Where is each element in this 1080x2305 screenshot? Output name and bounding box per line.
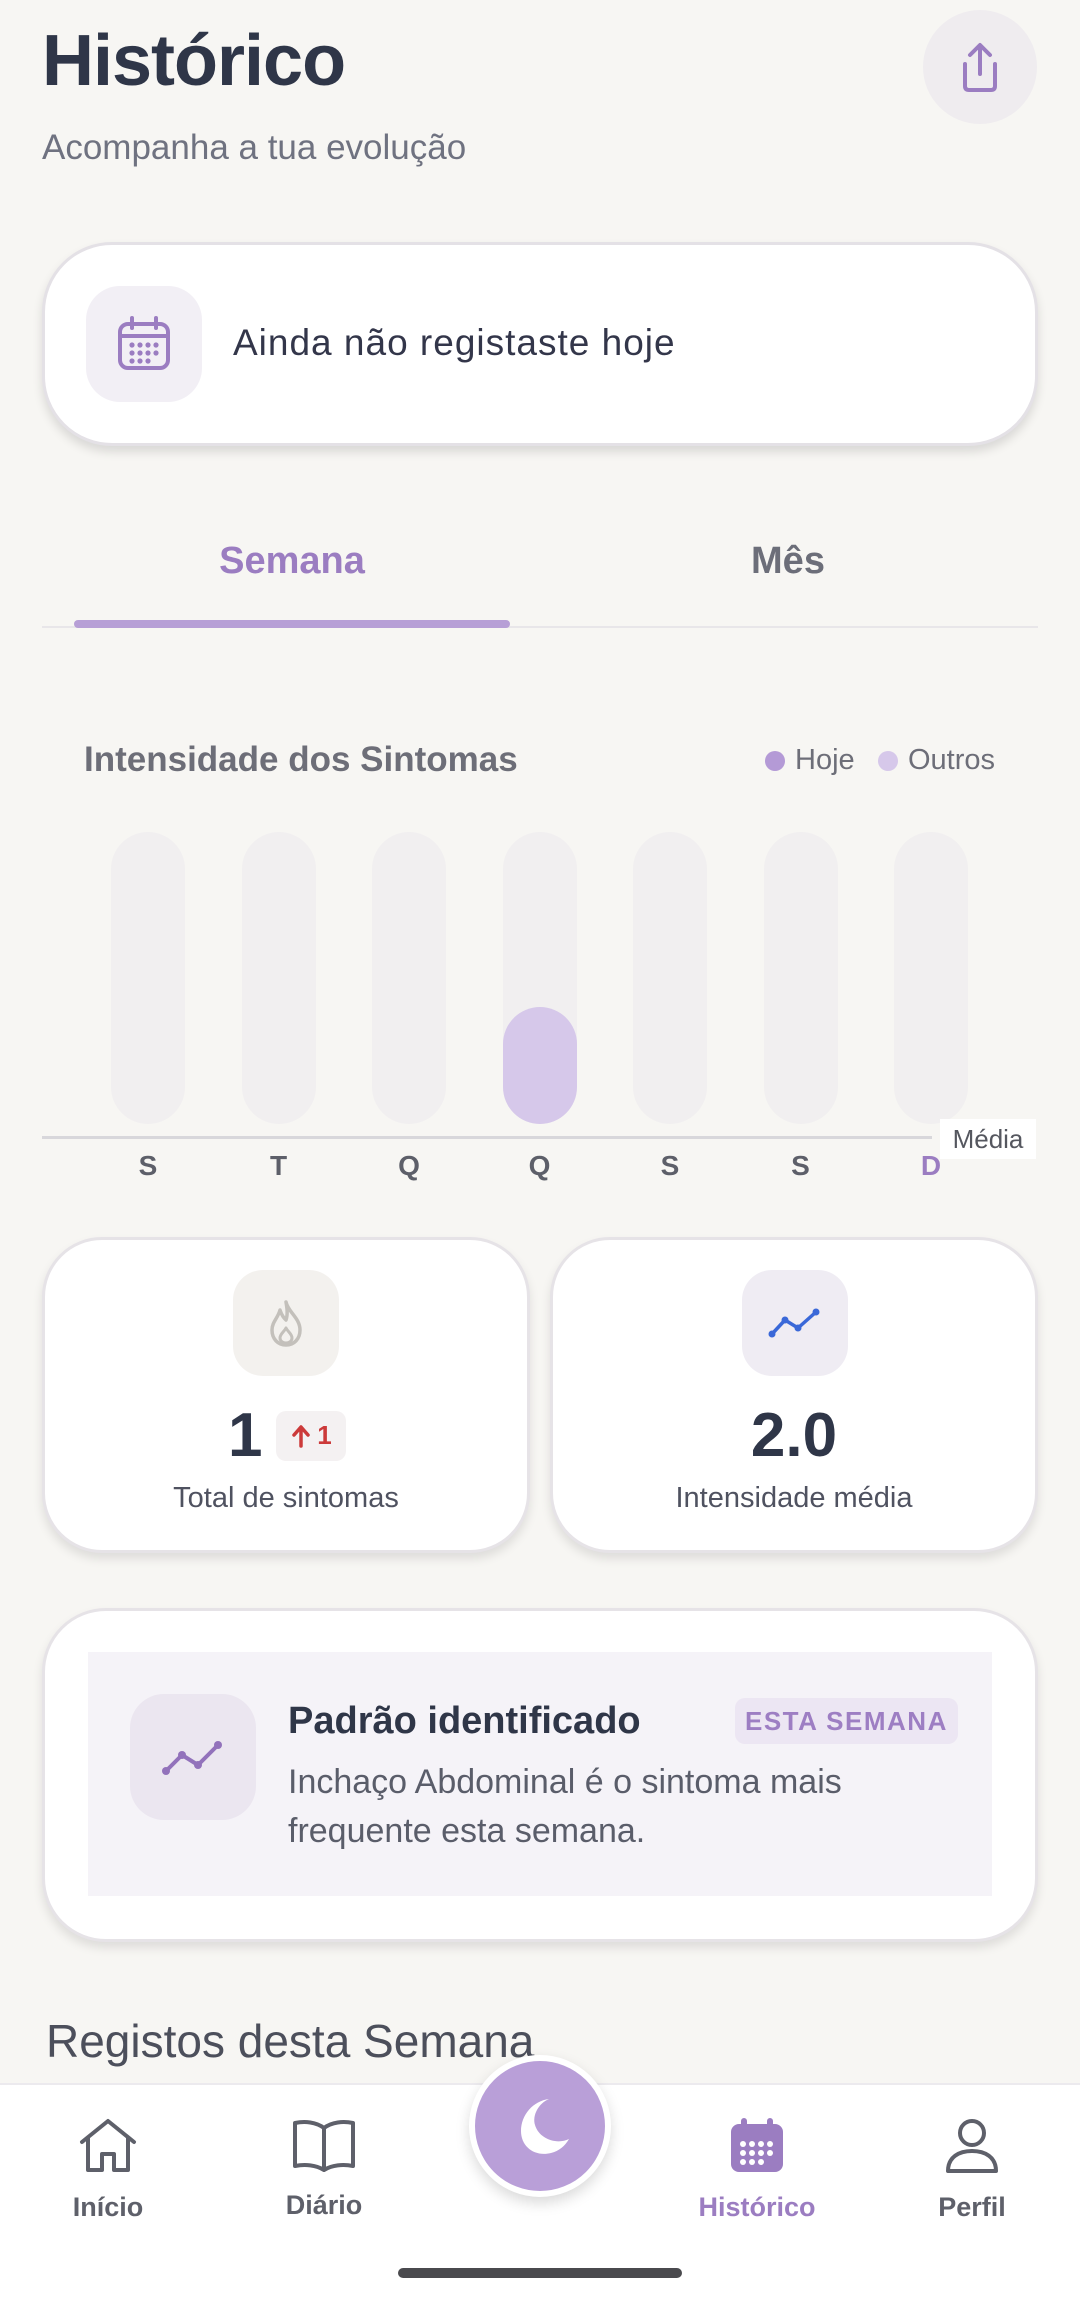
chart-day-label: S [660, 1150, 680, 1181]
symptom-intensity-chart [42, 820, 1038, 1180]
moon-icon [521, 2099, 569, 2154]
share-button[interactable] [923, 10, 1037, 124]
arrow-up-icon [292, 1424, 310, 1448]
pattern-icon-tile [130, 1694, 256, 1820]
today-icon-tile [86, 286, 202, 402]
total-symptoms-caption: Total de sintomas [173, 1482, 399, 1514]
chart-day-label: Q [528, 1150, 551, 1181]
total-value-row: 1 1 [228, 1400, 347, 1471]
chart-bar-track [894, 832, 968, 1124]
calendar-icon [731, 2118, 783, 2172]
chart-bar-track [763, 832, 838, 1124]
nav-label-perfil: Perfil [938, 2192, 1006, 2222]
pattern-period-badge: ESTA SEMANA [735, 1698, 958, 1744]
average-intensity-value: 2.0 [750, 1401, 838, 1470]
nav-item-diario[interactable]: Diário [249, 2116, 399, 2221]
nav-item-historico[interactable]: Histórico [682, 2116, 832, 2223]
average-intensity-caption: Intensidade média [675, 1482, 913, 1514]
nav-item-inicio[interactable]: Início [33, 2116, 183, 2223]
chart-bar-track [633, 832, 707, 1124]
legend-label-outros: Outros [908, 744, 996, 776]
home-indicator [398, 2268, 682, 2278]
tab-mes[interactable]: Mês [570, 540, 1006, 583]
tab-semana[interactable]: Semana [74, 540, 510, 583]
book-icon [293, 2120, 355, 2172]
share-icon [963, 43, 997, 92]
chart-average-line [42, 1136, 932, 1139]
chart-bar [502, 1007, 577, 1124]
chart-bar-track [111, 832, 185, 1124]
home-icon [80, 2119, 136, 2172]
calendar-icon [118, 316, 170, 370]
chart-day-label: S [791, 1150, 810, 1181]
legend-dot-outros [878, 750, 898, 771]
chart-day-label: D [920, 1150, 942, 1181]
legend-label-hoje: Hoje [795, 744, 855, 776]
delta-value: 1 [317, 1420, 332, 1450]
chart-bar-track [502, 832, 577, 1124]
pattern-description: Inchaço Abdominal é o sintoma mais frequ… [288, 1763, 842, 1850]
nav-item-perfil[interactable]: Perfil [897, 2116, 1047, 2223]
tab-active-indicator [74, 620, 510, 628]
legend-item-outros: Outros [878, 744, 995, 777]
page-subtitle: Acompanha a tua evolução [42, 128, 467, 167]
chart-day-label: Q [398, 1150, 420, 1181]
nav-label-historico: Histórico [698, 2192, 816, 2222]
chart-bar-track [372, 832, 446, 1124]
chart-bar-track [241, 832, 316, 1124]
page-title: Histórico [42, 21, 346, 101]
intensity-icon-tile [742, 1270, 848, 1376]
today-status-text: Ainda não registaste hoje [233, 322, 676, 363]
delta-badge: 1 [276, 1410, 347, 1461]
legend-dot-hoje [765, 750, 785, 771]
legend-item-hoje: Hoje [765, 744, 855, 777]
trend-line-icon [162, 1741, 222, 1775]
chart-day-label: T [269, 1150, 288, 1181]
user-icon [946, 2119, 998, 2173]
center-action-button[interactable] [469, 2055, 611, 2197]
total-symptoms-value: 1 [228, 1401, 263, 1470]
nav-label-inicio: Início [72, 2192, 144, 2222]
chart-title: Intensidade dos Sintomas [84, 740, 518, 779]
pattern-title: Padrão identificado [288, 1700, 641, 1742]
trend-line-icon [768, 1308, 820, 1338]
nav-label-diario: Diário [285, 2190, 363, 2220]
chart-day-label: S [138, 1150, 158, 1181]
total-icon-tile [233, 1270, 339, 1376]
flame-icon [270, 1300, 302, 1347]
weekly-records-title: Registos desta Semana [46, 2015, 535, 2067]
